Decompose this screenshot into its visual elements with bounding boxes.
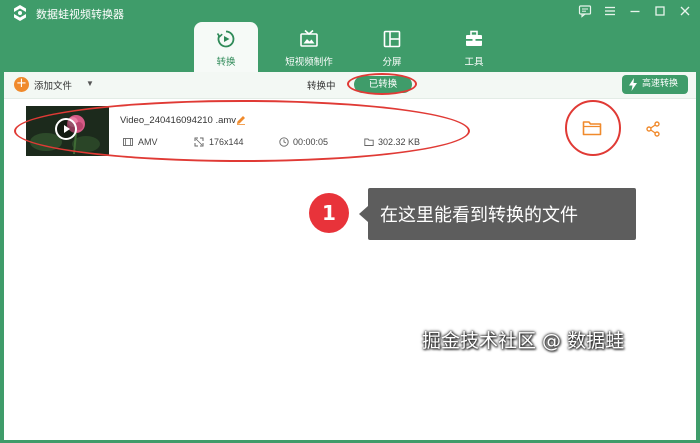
close-icon[interactable] xyxy=(677,4,693,20)
tab-short-video[interactable]: 短视频制作 xyxy=(277,22,341,72)
app-title: 数据蛙视频转换器 xyxy=(36,8,124,21)
split-screen-icon xyxy=(383,30,401,48)
toolbar: + 添加文件 ▼ 转换中 已转换 高速转换 xyxy=(4,72,696,99)
tab-short-video-label: 短视频制作 xyxy=(285,57,333,68)
file-row[interactable]: Video_240416094210 .amv AMV 176x144 00:0… xyxy=(4,99,696,163)
high-speed-convert-button[interactable]: 高速转换 xyxy=(622,75,688,94)
annotation-ring-folder xyxy=(565,100,621,156)
high-speed-convert-label: 高速转换 xyxy=(642,79,679,89)
tab-tools-label: 工具 xyxy=(464,57,484,68)
callout-text: 在这里能看到转换的文件 xyxy=(380,205,578,226)
share-icon[interactable] xyxy=(645,121,661,137)
short-video-icon xyxy=(300,29,318,47)
convert-icon xyxy=(216,30,235,48)
chevron-down-icon[interactable]: ▼ xyxy=(86,79,94,88)
tab-converted[interactable]: 已转换 xyxy=(354,76,412,93)
app-logo-icon xyxy=(14,5,26,21)
toolbox-icon xyxy=(466,30,482,46)
tab-tools[interactable]: 工具 xyxy=(442,22,506,72)
tab-convert-label: 转换 xyxy=(216,57,236,68)
callout-box: 在这里能看到转换的文件 xyxy=(359,188,636,240)
title-bar: 数据蛙视频转换器 转换 短视频制作 分屏 工具 xyxy=(0,0,700,72)
feedback-icon[interactable] xyxy=(577,4,593,20)
tab-split-screen-label: 分屏 xyxy=(382,57,402,68)
add-file-label: 添加文件 xyxy=(34,81,73,92)
watermark: 掘金技术社区 @ 数据蛙 xyxy=(422,330,625,352)
plus-icon: + xyxy=(14,77,29,92)
menu-icon[interactable] xyxy=(602,4,618,20)
content-panel: + 添加文件 ▼ 转换中 已转换 高速转换 Video_240416094210… xyxy=(4,72,696,440)
tab-converting[interactable]: 转换中 xyxy=(307,78,336,92)
maximize-icon[interactable] xyxy=(652,4,668,20)
lightning-icon xyxy=(629,78,637,91)
tab-split-screen[interactable]: 分屏 xyxy=(360,22,424,72)
step-badge: 1 xyxy=(309,193,349,233)
annotation-ring-file xyxy=(14,100,470,162)
minimize-icon[interactable] xyxy=(627,4,643,20)
tab-convert[interactable]: 转换 xyxy=(194,22,258,72)
